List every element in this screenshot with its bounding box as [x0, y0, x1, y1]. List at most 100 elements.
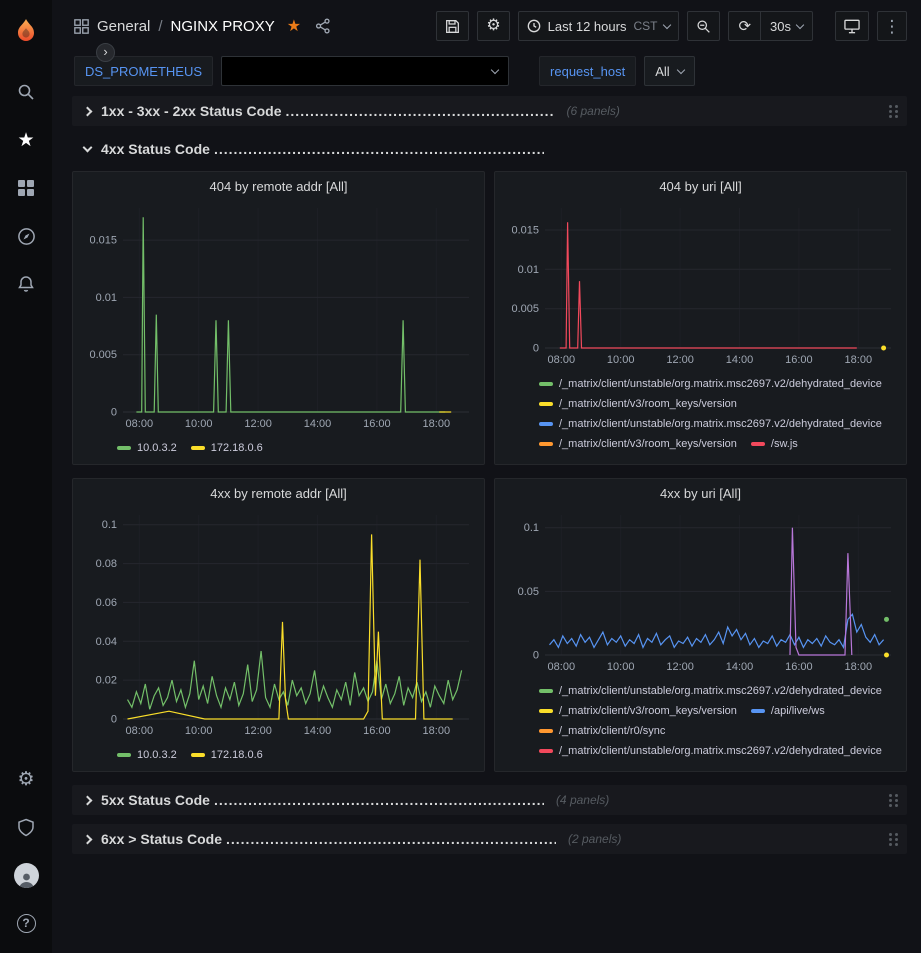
time-series-chart[interactable]: 08:0010:0012:0014:0016:0018:0000.0050.01…: [503, 200, 901, 368]
row-1xx-3xx-2xx[interactable]: 1xx - 3xx - 2xx Status Code ............…: [72, 96, 907, 126]
sidebar-item-dashboards[interactable]: [0, 164, 52, 212]
more-options-button[interactable]: ⋮: [877, 11, 907, 41]
panel-title[interactable]: 4xx by uri [All]: [503, 479, 898, 507]
monitor-icon: [844, 19, 860, 34]
series-color-swatch: [751, 442, 765, 446]
dashboard-title[interactable]: NGINX PROXY: [171, 18, 275, 35]
zoom-out-icon: [696, 19, 711, 34]
dashboard-toolbar: ⚙ Last 12 hours CST ⟳ 30s: [436, 11, 907, 41]
row-6xx[interactable]: 6xx > Status Code ......................…: [72, 824, 907, 854]
series-color-swatch: [539, 402, 553, 406]
row-5xx[interactable]: 5xx Status Code ........................…: [72, 785, 907, 815]
cycle-view-mode-button[interactable]: [835, 11, 869, 41]
favorite-star-icon[interactable]: ★: [287, 16, 301, 36]
row-title: 4xx Status Code: [101, 141, 210, 157]
legend-item[interactable]: 10.0.3.2: [117, 746, 177, 764]
legend-item[interactable]: /_matrix/client/v3/room_keys/version: [539, 435, 737, 453]
time-series-chart[interactable]: 08:0010:0012:0014:0016:0018:0000.0050.01…: [81, 200, 479, 432]
panel-title[interactable]: 404 by uri [All]: [503, 172, 898, 200]
svg-text:0.005: 0.005: [511, 303, 539, 315]
svg-text:18:00: 18:00: [423, 725, 451, 737]
row-drag-handle[interactable]: [887, 831, 899, 847]
panel-404-by-uri: 404 by uri [All] 08:0010:0012:0014:0016:…: [494, 171, 907, 465]
svg-text:16:00: 16:00: [363, 725, 391, 737]
sidebar-item-alerting[interactable]: [0, 260, 52, 308]
time-range-picker[interactable]: Last 12 hours CST: [518, 11, 680, 41]
row-title: 1xx - 3xx - 2xx Status Code: [101, 103, 282, 119]
dashboard-canvas: 1xx - 3xx - 2xx Status Code ............…: [52, 90, 921, 953]
top-navbar: General / NGINX PROXY ★ ⚙ Last: [52, 0, 921, 52]
legend-item[interactable]: /_matrix/client/unstable/org.matrix.msc2…: [539, 375, 882, 393]
star-icon: ★: [17, 131, 34, 150]
grafana-logo[interactable]: [11, 10, 41, 54]
legend-item[interactable]: 172.18.0.6: [191, 439, 263, 457]
request-host-variable-label[interactable]: request_host: [539, 56, 636, 86]
svg-text:12:00: 12:00: [666, 661, 694, 673]
zoom-out-button[interactable]: [687, 11, 720, 41]
sidebar-item-server-admin[interactable]: [0, 803, 52, 851]
legend-item[interactable]: /_matrix/client/v3/room_keys/version: [539, 395, 737, 413]
row-drag-handle[interactable]: [887, 792, 899, 808]
refresh-icon: ⟳: [738, 19, 751, 34]
row-title-leader: ........................................…: [214, 141, 544, 157]
series-color-swatch: [539, 382, 553, 386]
sidebar-item-profile[interactable]: [0, 851, 52, 899]
legend-item[interactable]: 172.18.0.6: [191, 746, 263, 764]
time-series-chart[interactable]: 08:0010:0012:0014:0016:0018:0000.020.040…: [81, 507, 479, 739]
series-color-swatch: [751, 709, 765, 713]
panel-4xx-by-uri: 4xx by uri [All] 08:0010:0012:0014:0016:…: [494, 478, 907, 772]
chevron-right-icon: [83, 795, 93, 805]
request-host-variable-dropdown[interactable]: All: [644, 56, 694, 86]
legend-item[interactable]: /_matrix/client/unstable/org.matrix.msc2…: [539, 742, 882, 760]
svg-text:12:00: 12:00: [244, 418, 272, 430]
panel-grid-row-1: 404 by remote addr [All] 08:0010:0012:00…: [72, 171, 907, 465]
svg-text:0: 0: [111, 407, 117, 419]
legend-label: 10.0.3.2: [137, 749, 177, 761]
row-panel-count: (6 panels): [566, 104, 619, 118]
sidebar-item-explore[interactable]: [0, 212, 52, 260]
panel-title[interactable]: 404 by remote addr [All]: [81, 172, 476, 200]
svg-text:18:00: 18:00: [423, 418, 451, 430]
chevron-down-icon: [676, 65, 684, 73]
legend-item[interactable]: /api/live/ws: [751, 702, 825, 720]
panel-legend: 10.0.3.2 172.18.0.6: [81, 742, 476, 766]
collapse-arrow-glyph: ›: [103, 44, 107, 59]
svg-text:0.05: 0.05: [518, 586, 539, 598]
panel-legend: 10.0.3.2 172.18.0.6: [81, 435, 476, 459]
legend-item[interactable]: /sw.js: [751, 435, 798, 453]
row-4xx-header[interactable]: 4xx Status Code ........................…: [72, 135, 907, 163]
chevron-right-icon: [83, 834, 93, 844]
legend-label: /_matrix/client/r0/sync: [559, 725, 665, 737]
sidebar-item-search[interactable]: [0, 68, 52, 116]
save-dashboard-button[interactable]: [436, 11, 469, 41]
panel-title[interactable]: 4xx by remote addr [All]: [81, 479, 476, 507]
share-icon[interactable]: [315, 18, 331, 34]
sidebar-expand-button[interactable]: ›: [96, 43, 115, 62]
gear-icon: ⚙: [17, 770, 34, 789]
legend-item[interactable]: /_matrix/client/r0/sync: [539, 722, 665, 740]
dashboard-settings-button[interactable]: ⚙: [477, 11, 509, 41]
sidebar-item-help[interactable]: ?: [0, 899, 52, 947]
legend-item[interactable]: /_matrix/client/v3/room_keys/version: [539, 702, 737, 720]
series-color-swatch: [539, 749, 553, 753]
refresh-interval-value: 30s: [770, 19, 791, 34]
svg-text:0: 0: [533, 343, 539, 355]
legend-item[interactable]: /_matrix/client/unstable/org.matrix.msc2…: [539, 682, 882, 700]
refresh-interval-picker[interactable]: 30s: [760, 12, 812, 40]
time-series-chart[interactable]: 08:0010:0012:0014:0016:0018:0000.050.1: [503, 507, 901, 675]
panel-legend: /_matrix/client/unstable/org.matrix.msc2…: [503, 678, 898, 762]
legend-item[interactable]: 10.0.3.2: [117, 439, 177, 457]
refresh-button[interactable]: ⟳: [729, 12, 760, 40]
series-color-swatch: [539, 689, 553, 693]
sidebar-item-starred[interactable]: ★: [0, 116, 52, 164]
datasource-variable-dropdown[interactable]: [221, 56, 509, 86]
datasource-variable-label[interactable]: DS_PROMETHEUS: [74, 56, 213, 86]
svg-text:0.01: 0.01: [96, 292, 117, 304]
svg-text:0.005: 0.005: [89, 349, 117, 361]
svg-text:14:00: 14:00: [304, 725, 332, 737]
sidebar-item-configuration[interactable]: ⚙: [0, 755, 52, 803]
row-drag-handle[interactable]: [887, 103, 899, 119]
breadcrumb-section[interactable]: General: [97, 18, 150, 35]
legend-item[interactable]: /_matrix/client/unstable/org.matrix.msc2…: [539, 415, 882, 433]
legend-label: /api/live/ws: [771, 705, 825, 717]
